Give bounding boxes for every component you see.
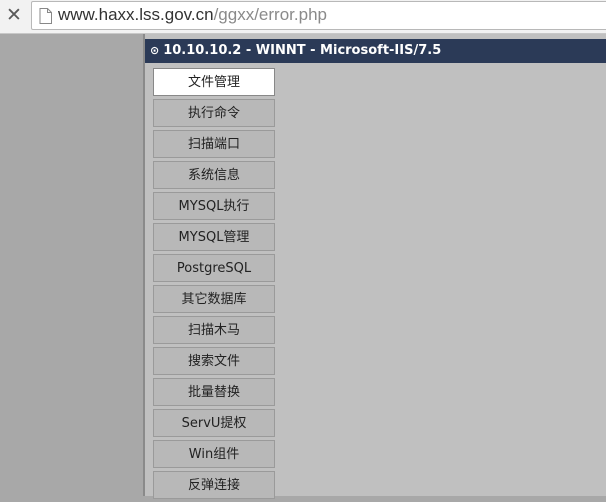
menu-button-mysql-manage[interactable]: MYSQL管理 [153,223,275,251]
page-background-left [0,34,143,496]
menu-button-batch-replace[interactable]: 批量替换 [153,378,275,406]
menu-button-win-components[interactable]: Win组件 [153,440,275,468]
server-status-icon: ⊙ [150,44,160,57]
server-title: 10.10.10.2 - WINNT - Microsoft-IIS/7.5 [163,43,442,58]
server-title-bar: ⊙ 10.10.10.2 - WINNT - Microsoft-IIS/7.5 [145,39,606,63]
menu-button-other-database[interactable]: 其它数据库 [153,285,275,313]
webshell-panel: ⊙ 10.10.10.2 - WINNT - Microsoft-IIS/7.5 … [143,34,606,499]
menu-button-servu-privesc[interactable]: ServU提权 [153,409,275,437]
url-host: www.haxx.lss.gov.cn [58,5,214,24]
menu-button-postgresql[interactable]: PostgreSQL [153,254,275,282]
function-menu: 文件管理执行命令扫描端口系统信息 MYSQL执行 MYSQL管理 PostgreSQL… [153,68,277,502]
menu-button-reverse-connect[interactable]: 反弹连接 [153,471,275,499]
menu-button-mysql-exec[interactable]: MYSQL执行 [153,192,275,220]
menu-button-system-info[interactable]: 系统信息 [153,161,275,189]
page-icon [39,8,52,24]
menu-button-file-manager[interactable]: 文件管理 [153,68,275,96]
menu-button-search-files[interactable]: 搜索文件 [153,347,275,375]
url-path: /ggxx/error.php [213,5,327,24]
browser-toolbar: ✕ www.haxx.lss.gov.cn/ggxx/error.php [0,0,606,34]
menu-button-port-scan[interactable]: 扫描端口 [153,130,275,158]
url-text[interactable]: www.haxx.lss.gov.cn/ggxx/error.php [58,4,327,26]
menu-button-scan-trojan[interactable]: 扫描木马 [153,316,275,344]
close-icon[interactable]: ✕ [5,6,23,25]
menu-button-exec-command[interactable]: 执行命令 [153,99,275,127]
address-bar[interactable]: www.haxx.lss.gov.cn/ggxx/error.php [31,1,606,30]
